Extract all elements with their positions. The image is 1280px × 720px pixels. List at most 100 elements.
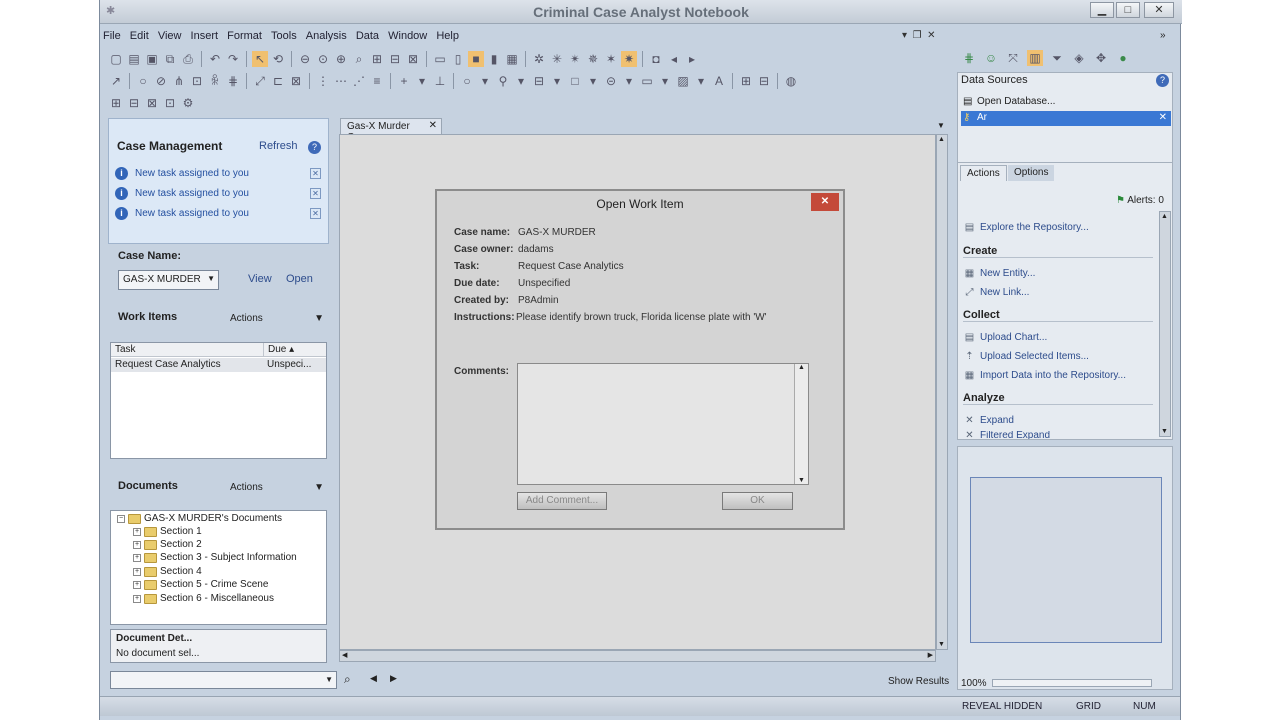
- data-source-item-selected[interactable]: ⚷ Ar ✕: [961, 111, 1171, 126]
- upload-chart-action[interactable]: ▤ Upload Chart...: [963, 331, 1048, 344]
- tool1-icon[interactable]: ⊞: [108, 95, 124, 111]
- matrix3-icon[interactable]: ⋰: [351, 73, 367, 89]
- scroll-up-icon[interactable]: ▲: [938, 136, 945, 143]
- expand-icon[interactable]: +: [133, 567, 141, 576]
- close-icon[interactable]: ✕: [1159, 112, 1167, 123]
- expand-icon[interactable]: +: [133, 594, 141, 603]
- new-icon[interactable]: ▢: [108, 51, 124, 67]
- help-icon[interactable]: ?: [308, 141, 321, 154]
- ok-button[interactable]: OK: [722, 492, 793, 510]
- dropdown-arrow-icon[interactable]: ▾: [693, 73, 709, 89]
- matrix1-icon[interactable]: ⋮: [315, 73, 331, 89]
- tree-item[interactable]: + Section 2: [133, 539, 202, 550]
- plus-icon[interactable]: +: [396, 73, 412, 89]
- refresh-link[interactable]: Refresh: [259, 140, 298, 152]
- minimize-button[interactable]: ▁: [1090, 2, 1114, 18]
- menu-file[interactable]: File: [100, 28, 124, 44]
- lasso-icon[interactable]: ⟲: [270, 51, 286, 67]
- tab-options[interactable]: Options: [1008, 165, 1055, 181]
- database-icon[interactable]: ▥: [1027, 50, 1043, 66]
- dropdown-arrow-icon[interactable]: ▾: [477, 73, 493, 89]
- collapse-icon[interactable]: −: [117, 514, 125, 523]
- line-style-icon[interactable]: ⊝: [603, 73, 619, 89]
- menu-help[interactable]: Help: [433, 28, 462, 44]
- select-icon[interactable]: ↖: [252, 51, 268, 67]
- column-header-task[interactable]: Task: [111, 343, 263, 357]
- show-results-button[interactable]: Show Results: [888, 676, 949, 687]
- grid-icon[interactable]: ⋕: [225, 73, 241, 89]
- copy-icon[interactable]: ⧉: [162, 51, 178, 67]
- forward-icon[interactable]: ▸: [684, 51, 700, 67]
- upload-selected-action[interactable]: ⇡ Upload Selected Items...: [963, 350, 1089, 363]
- scroll-right-icon[interactable]: ▶: [928, 651, 933, 659]
- print-icon[interactable]: ⎙: [180, 51, 196, 67]
- notification-text[interactable]: New task assigned to you: [135, 188, 310, 199]
- notification-item[interactable]: i New task assigned to you ✕: [115, 185, 321, 201]
- expand-icon[interactable]: +: [133, 553, 141, 562]
- menu-analysis[interactable]: Analysis: [303, 28, 350, 44]
- add-comment-button[interactable]: Add Comment...: [517, 492, 607, 510]
- network4-icon[interactable]: ✵: [585, 51, 601, 67]
- open-link[interactable]: Open: [286, 273, 313, 285]
- scroll-left-icon[interactable]: ◀: [342, 651, 347, 659]
- align1-icon[interactable]: ⊞: [738, 73, 754, 89]
- tab-actions[interactable]: Actions: [960, 165, 1007, 181]
- camera-icon[interactable]: ◘: [648, 51, 664, 67]
- menu-data[interactable]: Data: [353, 28, 382, 44]
- zoom-out-icon[interactable]: ⊖: [297, 51, 313, 67]
- expand-icon[interactable]: +: [133, 527, 141, 536]
- matrix2-icon[interactable]: ⋯: [333, 73, 349, 89]
- list-icon[interactable]: ≡: [369, 73, 385, 89]
- open-icon[interactable]: ▤: [126, 51, 142, 67]
- network6-icon[interactable]: ✷: [621, 51, 637, 67]
- dropdown-arrow-icon[interactable]: ▾: [657, 73, 673, 89]
- view2-icon[interactable]: ▯: [450, 51, 466, 67]
- dropdown-arrow-icon[interactable]: ▾: [549, 73, 565, 89]
- arrange-icon[interactable]: ⊠: [405, 51, 421, 67]
- menu-window[interactable]: Window: [385, 28, 430, 44]
- dropdown-arrow-icon[interactable]: ▾: [621, 73, 637, 89]
- comments-scrollbar[interactable]: ▲ ▼: [794, 364, 808, 484]
- notification-text[interactable]: New task assigned to you: [135, 208, 310, 219]
- dismiss-icon[interactable]: ✕: [310, 167, 321, 179]
- notification-text[interactable]: New task assigned to you: [135, 168, 310, 179]
- dismiss-icon[interactable]: ✕: [310, 207, 321, 219]
- pin-icon[interactable]: ⊥: [432, 73, 448, 89]
- tab-dropdown-icon[interactable]: ▼: [937, 121, 945, 130]
- redo-icon[interactable]: ↷: [225, 51, 241, 67]
- layout-icon[interactable]: ⊟: [387, 51, 403, 67]
- comments-textarea[interactable]: ▲ ▼: [517, 363, 809, 485]
- dropdown-arrow-icon[interactable]: ▾: [414, 73, 430, 89]
- case-name-select[interactable]: GAS-X MURDER ▼: [118, 270, 219, 290]
- close-tab-icon[interactable]: ✕: [429, 120, 437, 131]
- text-icon[interactable]: A: [711, 73, 727, 89]
- tab-gas-x-murder-case[interactable]: Gas-X Murder Case ✕: [340, 118, 442, 143]
- menu-tools[interactable]: Tools: [268, 28, 300, 44]
- expand-icon[interactable]: +: [133, 580, 141, 589]
- filtered-expand-action[interactable]: ✕ Filtered Expand: [963, 431, 1050, 439]
- notification-item[interactable]: i New task assigned to you ✕: [115, 205, 321, 221]
- search-icon[interactable]: ⌕: [344, 672, 351, 687]
- maximize-button[interactable]: □: [1116, 2, 1140, 18]
- tree-item[interactable]: + Section 3 - Subject Information: [133, 552, 297, 563]
- find-icon[interactable]: ⌕: [351, 51, 367, 67]
- view5-icon[interactable]: ▦: [504, 51, 520, 67]
- next-icon[interactable]: ▶: [390, 673, 397, 684]
- new-entity-action[interactable]: ▦ New Entity...: [963, 267, 1036, 280]
- dismiss-icon[interactable]: ✕: [310, 187, 321, 199]
- view4-icon[interactable]: ▮: [486, 51, 502, 67]
- scroll-down-icon[interactable]: ▼: [938, 641, 945, 648]
- alerts-indicator[interactable]: ⚑ Alerts: 0: [1116, 195, 1164, 206]
- close-button[interactable]: ✕: [1144, 2, 1174, 18]
- frame-icon[interactable]: ⊟: [531, 73, 547, 89]
- open-database-item[interactable]: ▤ Open Database...: [961, 95, 1171, 110]
- network-icon[interactable]: ⋕: [961, 50, 977, 66]
- delete-icon[interactable]: ⊠: [288, 73, 304, 89]
- menu-view[interactable]: View: [155, 28, 185, 44]
- tree-item[interactable]: + Section 1: [133, 526, 202, 537]
- mdi-controls[interactable]: ▾ ❐ ✕: [902, 30, 935, 41]
- back-icon[interactable]: ◂: [666, 51, 682, 67]
- person-icon[interactable]: ꆜ: [207, 73, 223, 89]
- undo-icon[interactable]: ↶: [207, 51, 223, 67]
- tree-item[interactable]: + Section 6 - Miscellaneous: [133, 593, 274, 604]
